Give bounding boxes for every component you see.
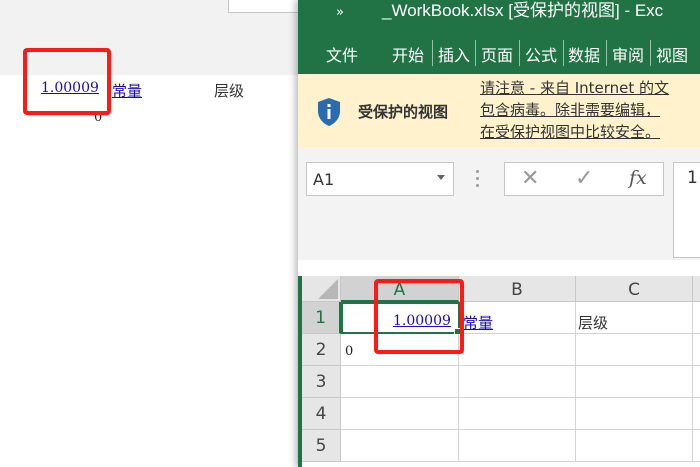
tab-file[interactable]: 文件 xyxy=(326,42,358,66)
tab-page-layout[interactable]: 页面 xyxy=(481,42,513,66)
formula-bar-grip[interactable] xyxy=(476,170,479,190)
message-line-1: 请注意 - 来自 Internet 的文 xyxy=(480,79,670,97)
cell-b2[interactable] xyxy=(459,334,576,366)
tab-formulas[interactable]: 公式 xyxy=(525,42,557,66)
cell-a4[interactable] xyxy=(341,398,459,430)
cell-c4[interactable] xyxy=(576,398,693,430)
cell-b3[interactable] xyxy=(459,366,576,398)
row-header-5[interactable]: 5 xyxy=(302,430,341,462)
cell-c1-value: 层级 xyxy=(578,314,609,332)
excel-window: » _WorkBook.xlsx [受保护的视图] - Exc 文件 开始 插入… xyxy=(298,0,700,467)
message-line-2: 包含病毒。除非需要编辑， xyxy=(480,101,661,119)
tab-view[interactable]: 视图 xyxy=(656,42,688,66)
column-header-c[interactable]: C xyxy=(576,276,693,302)
ribbon-tabs: 文件 开始 插入 页面 公式 数据 审阅 视图 xyxy=(298,34,700,74)
title-bar: » _WorkBook.xlsx [受保护的视图] - Exc xyxy=(298,0,700,34)
cell-b5[interactable] xyxy=(459,430,576,462)
formula-bar-area: A1 ✕ ✓ fx 1 xyxy=(298,148,700,260)
select-all-icon[interactable] xyxy=(302,276,341,302)
tab-separator xyxy=(563,40,564,66)
tab-separator xyxy=(519,40,520,66)
formula-input-value: 1 xyxy=(687,168,698,188)
background-level-label: 层级 xyxy=(214,82,245,100)
background-constant-label[interactable]: 常量 xyxy=(112,80,142,101)
cell-b1-value[interactable]: 常量 xyxy=(463,312,493,333)
cell-c2[interactable] xyxy=(576,334,693,366)
shield-info-icon xyxy=(318,98,340,126)
name-box-value: A1 xyxy=(313,170,335,189)
tab-separator xyxy=(475,40,476,66)
cell-a3[interactable] xyxy=(341,366,459,398)
spreadsheet-grid: A B C 1 2 3 4 5 1.00009 常量 层级 0 xyxy=(298,276,700,467)
highlight-box-left xyxy=(23,48,111,115)
function-icon[interactable]: fx xyxy=(629,167,647,189)
protected-view-title: 受保护的视图 xyxy=(358,103,449,121)
dropdown-arrow-icon[interactable] xyxy=(437,175,445,180)
protected-view-message[interactable]: 请注意 - 来自 Internet 的文 包含病毒。除非需要编辑， 在受保护视图… xyxy=(480,77,669,143)
cell-c5[interactable] xyxy=(576,430,693,462)
row-header-1[interactable]: 1 xyxy=(302,302,341,334)
cancel-icon[interactable]: ✕ xyxy=(521,166,539,191)
cell-d4[interactable] xyxy=(693,398,700,430)
tab-separator xyxy=(606,40,607,66)
cell-d3[interactable] xyxy=(693,366,700,398)
background-input-box[interactable] xyxy=(228,0,300,13)
formula-buttons: ✕ ✓ fx xyxy=(504,162,664,196)
message-line-3: 在受保护视图中比较安全。 xyxy=(480,123,661,141)
tab-data[interactable]: 数据 xyxy=(568,42,600,66)
tab-insert[interactable]: 插入 xyxy=(438,42,470,66)
name-box[interactable]: A1 xyxy=(306,162,454,196)
cell-b4[interactable] xyxy=(459,398,576,430)
window-title: _WorkBook.xlsx [受保护的视图] - Exc xyxy=(382,1,664,20)
cell-d5[interactable] xyxy=(693,430,700,462)
protected-view-bar: 受保护的视图 请注意 - 来自 Internet 的文 包含病毒。除非需要编辑，… xyxy=(298,74,700,149)
tab-home[interactable]: 开始 xyxy=(392,42,424,66)
enter-icon[interactable]: ✓ xyxy=(575,166,593,191)
tab-review[interactable]: 审阅 xyxy=(612,42,644,66)
cell-d2[interactable] xyxy=(693,334,700,366)
tab-separator xyxy=(650,40,651,66)
tab-separator xyxy=(432,40,433,66)
cell-c3[interactable] xyxy=(576,366,693,398)
column-header-b[interactable]: B xyxy=(459,276,576,302)
cell-d1[interactable] xyxy=(693,302,700,334)
highlight-box-right xyxy=(374,279,464,354)
cell-a2-value: 0 xyxy=(345,344,354,359)
row-header-4[interactable]: 4 xyxy=(302,398,341,430)
quick-access-more-icon[interactable]: » xyxy=(336,5,344,20)
row-header-2[interactable]: 2 xyxy=(302,334,341,366)
column-header-d[interactable] xyxy=(693,276,700,302)
cell-a5[interactable] xyxy=(341,430,459,462)
row-header-3[interactable]: 3 xyxy=(302,366,341,398)
